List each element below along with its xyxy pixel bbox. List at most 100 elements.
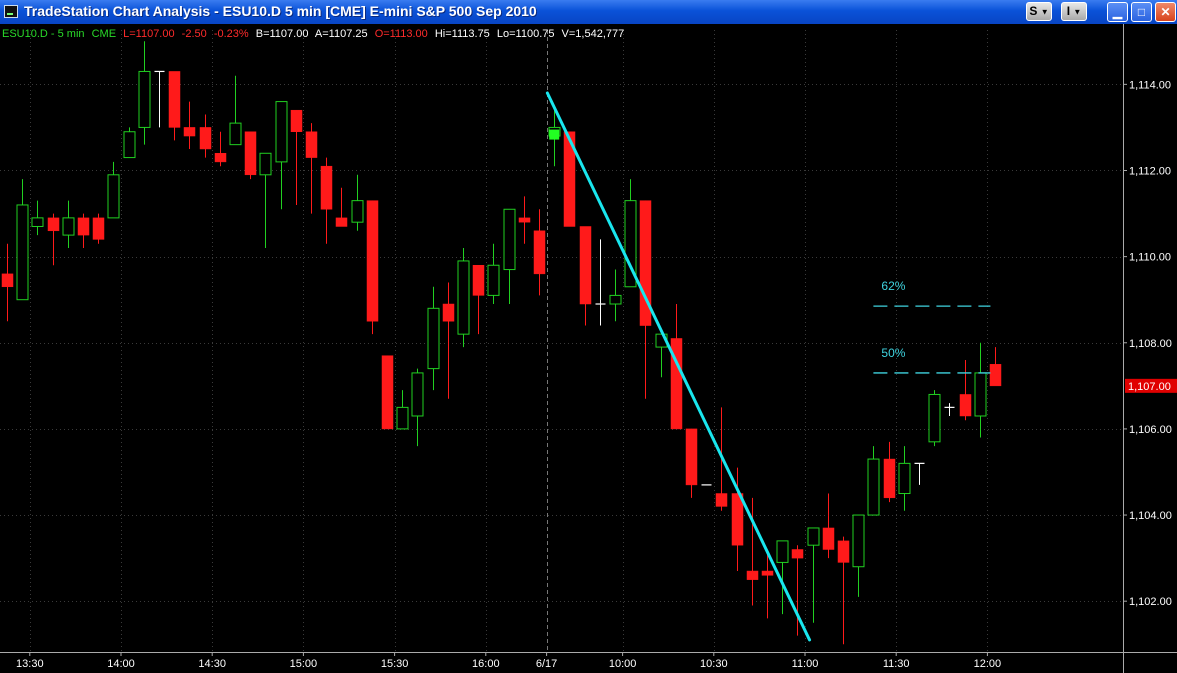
time-tick-label: 13:30: [16, 658, 44, 670]
chart-window: TradeStation Chart Analysis - ESU10.D 5 …: [0, 0, 1177, 673]
candle-body-up: [852, 514, 865, 568]
title-bar[interactable]: TradeStation Chart Analysis - ESU10.D 5 …: [0, 0, 1177, 24]
price-tick-label: 1,102.00: [1129, 596, 1172, 608]
candle: [670, 304, 683, 430]
candle-body-down: [92, 217, 105, 240]
close-button[interactable]: ✕: [1155, 2, 1176, 22]
price-tick-label: 1,104.00: [1129, 510, 1172, 522]
fib-level-label: 62%: [881, 279, 905, 293]
candle-body-down: [883, 458, 896, 499]
candle-body-down: [715, 493, 728, 507]
candle-body-down: [579, 226, 592, 305]
s-menu-button[interactable]: S ▼: [1026, 2, 1052, 21]
volume-value: V=1,542,777: [561, 28, 625, 40]
candle-body-down: [199, 127, 212, 150]
candle: [154, 70, 165, 128]
symbol-status-bar: ESU10.D - 5 min CME L=1107.00 -2.50 -0.2…: [2, 28, 628, 40]
candle: [579, 226, 592, 326]
high-value: Hi=1113.75: [434, 28, 490, 40]
candle: [183, 101, 196, 149]
chevron-down-icon: ▼: [1073, 7, 1082, 17]
price-tick-label: 1,112.00: [1129, 165, 1171, 177]
candle-body-down: [168, 71, 181, 128]
window-title: TradeStation Chart Analysis - ESU10.D 5 …: [24, 3, 537, 19]
tradestation-app-icon[interactable]: [4, 5, 18, 18]
candle: [518, 196, 531, 244]
price-tick-label: 1,110.00: [1129, 252, 1171, 264]
time-tick-label: 14:00: [107, 658, 135, 670]
candle-body-up: [411, 372, 424, 417]
candle: [837, 536, 850, 645]
trendline: [545, 91, 812, 642]
candle-body-down: [685, 428, 698, 486]
i-menu-label: I: [1066, 4, 1071, 18]
candle-body-up: [259, 152, 272, 176]
candle: [396, 390, 409, 430]
candle-body-down: [837, 540, 850, 563]
candle-body-up: [898, 462, 911, 495]
candle: [259, 152, 272, 249]
chart-area[interactable]: 62% 50% 1,114.00 1,112.00 1,110.00 1,108.00 1,…: [0, 24, 1177, 673]
time-tick-label: 15:30: [381, 658, 409, 670]
s-menu-label: S: [1029, 4, 1038, 18]
candle: [305, 123, 318, 214]
candle-body-down: [746, 570, 759, 580]
candle: [457, 248, 470, 348]
candle: [928, 390, 941, 447]
fib-level-label: 50%: [881, 346, 905, 360]
candle: [624, 179, 637, 288]
minimize-button[interactable]: ▁: [1107, 2, 1128, 22]
candle-body-up: [351, 200, 364, 223]
close-icon: ✕: [1160, 5, 1171, 19]
candle: [807, 527, 820, 623]
candle-body-up: [229, 122, 242, 146]
entry-marker: [549, 129, 560, 140]
candle: [609, 269, 622, 322]
candle: [320, 157, 333, 244]
candle-body-down: [366, 200, 379, 322]
i-menu-button[interactable]: I ▼: [1061, 2, 1087, 21]
candle-body-up: [138, 70, 151, 128]
candle: [1, 243, 14, 322]
candle-body-down: [183, 127, 196, 137]
candle: [335, 187, 348, 227]
candle-body-down: [305, 131, 318, 158]
low-value: Lo=1100.75: [496, 28, 555, 40]
candle-body-up: [275, 101, 288, 163]
candle: [944, 403, 955, 416]
candle-body-down: [472, 264, 485, 296]
candle: [199, 114, 212, 158]
candle-body-up: [928, 393, 941, 443]
candle: [92, 213, 105, 244]
time-tick-label: 6/17: [536, 658, 557, 670]
net-change-pct-value: -0.23%: [213, 28, 249, 40]
candle: [381, 355, 394, 430]
candle-body-down: [77, 217, 90, 236]
candlestick-chart[interactable]: 62% 50% 1,114.00 1,112.00 1,110.00 1,108.00 1,…: [0, 24, 1177, 673]
candle-body-up: [107, 174, 120, 219]
candle-body-up: [396, 406, 409, 430]
exchange-label: CME: [91, 28, 117, 40]
last-price-label: 1,107.00: [1128, 381, 1171, 393]
candle: [123, 127, 136, 159]
candle-body-down: [381, 355, 394, 430]
candle-body-up: [31, 217, 44, 227]
time-tick-label: 14:30: [198, 658, 226, 670]
candle-body-up: [807, 527, 820, 546]
ask-value: A=1107.25: [314, 28, 368, 40]
candle: [244, 131, 257, 180]
candle: [214, 131, 227, 167]
candle-body-down: [320, 165, 333, 210]
bid-value: B=1107.00: [255, 28, 309, 40]
candle: [31, 200, 44, 236]
candle: [959, 359, 972, 421]
maximize-button[interactable]: □: [1131, 2, 1152, 22]
candle-body-down: [822, 527, 835, 550]
candle: [883, 441, 896, 503]
candle-body-down: [731, 493, 744, 546]
candle: [411, 368, 424, 447]
time-tick-label: 11:00: [792, 658, 819, 670]
candle: [898, 446, 911, 511]
candle-body-down: [335, 217, 348, 227]
candle-body-up: [457, 260, 470, 335]
